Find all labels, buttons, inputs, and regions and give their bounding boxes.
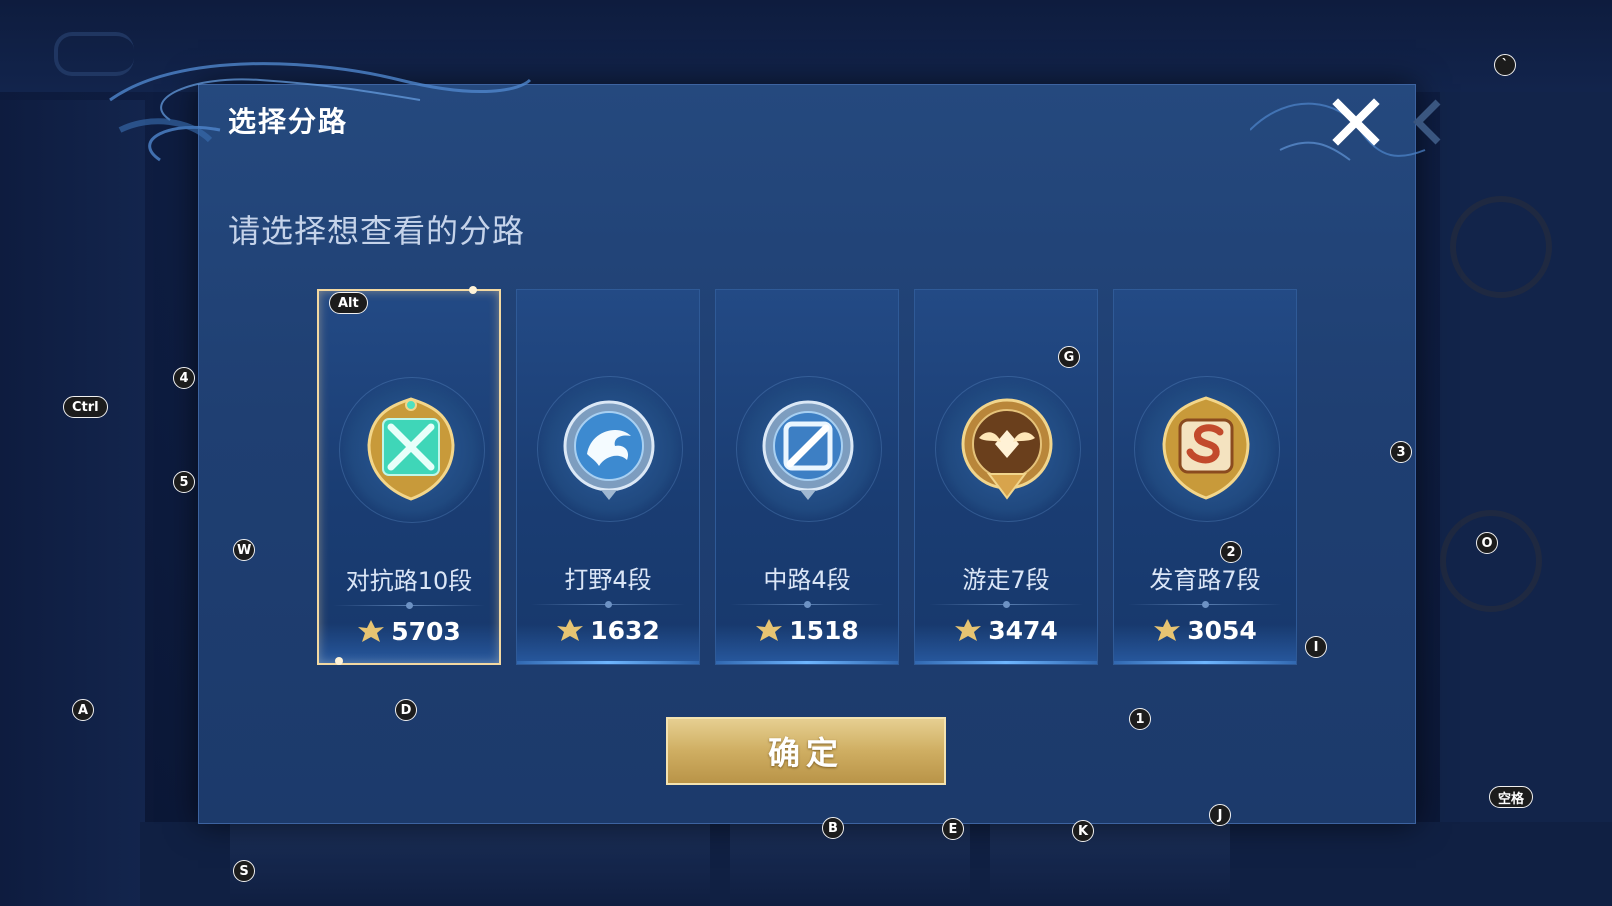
confirm-button-label: 确定: [767, 734, 844, 772]
lane-score-value: 1632: [590, 616, 660, 645]
background-chevron-icon: [1413, 99, 1441, 145]
background-emblem-icon: [1440, 510, 1542, 612]
jungle-emblem-icon: [563, 400, 655, 500]
background-portrait: [230, 822, 470, 906]
background-portrait: [990, 822, 1230, 906]
card-divider-dot: [605, 601, 612, 608]
card-bottom-line: [517, 661, 699, 664]
card-divider-dot: [406, 602, 413, 609]
dialog-title: 选择分路: [228, 105, 349, 138]
mid-lane-emblem-icon: [762, 400, 854, 500]
lane-card-mid[interactable]: 中路4段 1518: [715, 289, 899, 665]
lane-label: 打野4段: [564, 566, 652, 594]
key-hint-k: K: [1072, 820, 1094, 842]
lane-label: 游走7段: [962, 566, 1050, 594]
key-hint-5: 5: [173, 471, 195, 493]
lane-score-value: 3054: [1187, 616, 1257, 645]
clash-lane-emblem-icon: [367, 397, 455, 501]
lane-label: 发育路7段: [1149, 566, 1261, 594]
power-score-icon: [557, 619, 584, 641]
key-hint-i: I: [1305, 636, 1327, 658]
close-icon: [1332, 98, 1380, 146]
background-portrait: [730, 822, 970, 906]
card-bottom-line: [1114, 661, 1296, 664]
key-hint-4: 4: [173, 367, 195, 389]
key-hint-s: S: [233, 860, 255, 882]
lane-card-clash[interactable]: 对抗路10段 5703: [317, 286, 501, 665]
lane-card-jungle[interactable]: 打野4段 1632: [516, 289, 700, 665]
background-portrait: [470, 822, 710, 906]
lane-score-value: 5703: [391, 617, 461, 646]
power-score-icon: [955, 619, 982, 641]
key-hint-ctrl: Ctrl: [63, 396, 108, 418]
key-hint-backtick: `: [1494, 54, 1516, 76]
power-score-icon: [1154, 619, 1181, 641]
lane-label: 对抗路10段: [345, 567, 473, 595]
lane-label: 中路4段: [763, 566, 851, 594]
card-divider-dot: [1003, 601, 1010, 608]
background-emblem-icon: [1450, 196, 1552, 298]
key-hint-j: J: [1209, 804, 1231, 826]
lane-card-farm[interactable]: 发育路7段 3054: [1113, 289, 1297, 665]
lane-score-value: 3474: [988, 616, 1058, 645]
roam-emblem-icon: [961, 398, 1053, 500]
lane-score-value: 1518: [789, 616, 859, 645]
background-sidebar: [0, 100, 145, 906]
key-hint-1: 1: [1129, 708, 1151, 730]
key-hint-o: O: [1476, 532, 1498, 554]
key-hint-alt: Alt: [329, 292, 368, 314]
lane-score: 1632: [517, 616, 699, 645]
selected-corner-dot: [469, 286, 477, 294]
selected-corner-dot: [335, 657, 343, 665]
key-hint-d: D: [395, 699, 417, 721]
farm-lane-emblem-icon: [1162, 396, 1250, 500]
confirm-button[interactable]: 确定: [666, 717, 946, 785]
card-divider-dot: [804, 601, 811, 608]
close-button[interactable]: [1330, 96, 1382, 148]
card-bottom-line: [716, 661, 898, 664]
key-hint-space: 空格: [1489, 786, 1534, 808]
lane-score: 5703: [319, 617, 499, 646]
key-hint-2: 2: [1220, 541, 1242, 563]
key-hint-e: E: [942, 818, 964, 840]
card-bottom-line: [915, 661, 1097, 664]
key-hint-a: A: [72, 699, 94, 721]
lane-score: 1518: [716, 616, 898, 645]
key-hint-g: G: [1058, 346, 1080, 368]
card-divider-dot: [1202, 601, 1209, 608]
lane-select-prompt: 请选择想查看的分路: [228, 212, 526, 250]
lane-score: 3474: [915, 616, 1097, 645]
power-score-icon: [756, 619, 783, 641]
key-hint-b: B: [822, 817, 844, 839]
lane-score: 3054: [1114, 616, 1296, 645]
key-hint-3: 3: [1390, 441, 1412, 463]
power-score-icon: [358, 620, 385, 642]
